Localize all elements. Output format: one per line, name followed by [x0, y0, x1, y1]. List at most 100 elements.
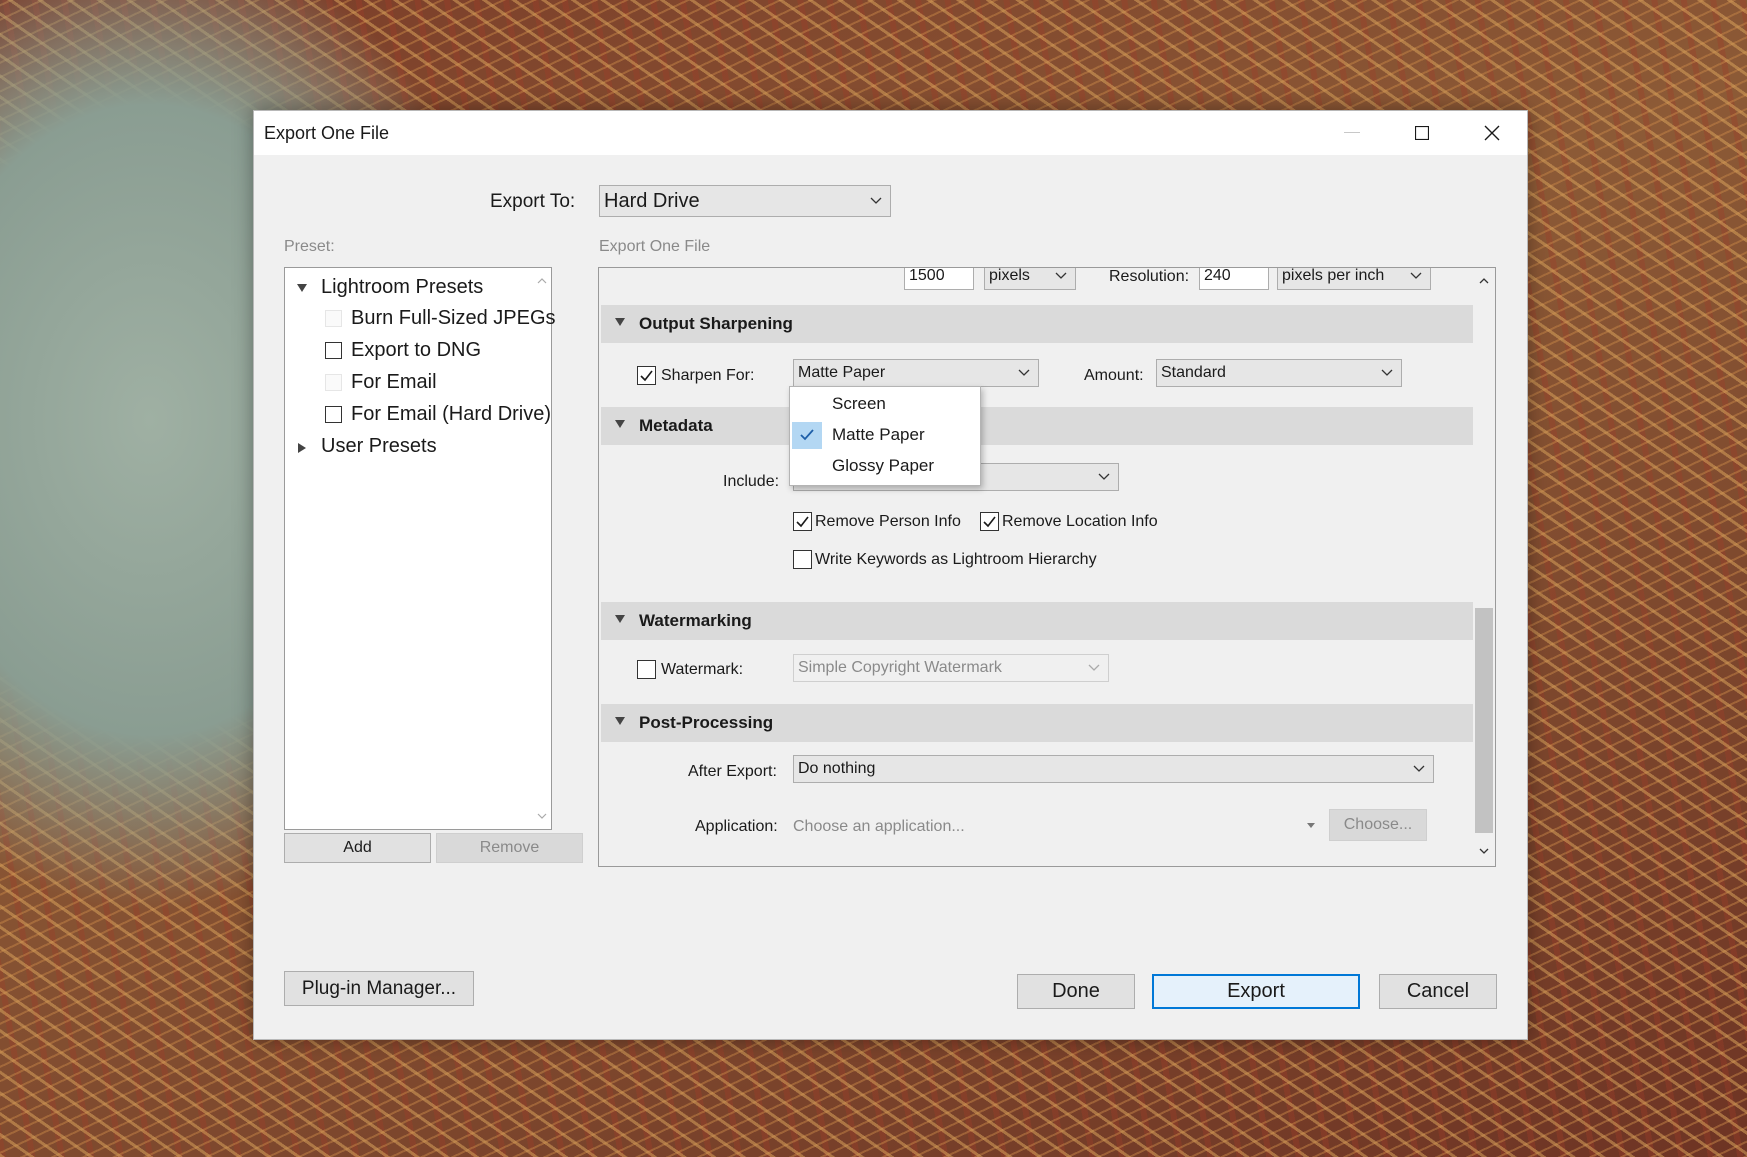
preset-label: Preset: [284, 238, 335, 255]
triangle-down-icon [615, 420, 625, 428]
dropdown-option-matte-paper[interactable]: Matte Paper [790, 420, 980, 451]
scroll-down-icon[interactable] [1479, 848, 1489, 854]
chevron-down-icon [1410, 272, 1422, 279]
resolution-input[interactable]: 240 [1199, 267, 1269, 290]
option-label: Glossy Paper [832, 456, 935, 475]
write-keywords-label: Write Keywords as Lightroom Hierarchy [815, 551, 1097, 568]
section-title: Watermarking [639, 611, 752, 630]
scroll-down-icon[interactable] [537, 813, 547, 819]
selection-highlight [792, 422, 822, 449]
resolution-value: 240 [1204, 267, 1231, 284]
check-icon [640, 370, 653, 382]
export-to-label: Export To: [490, 191, 576, 212]
after-export-value: Do nothing [798, 760, 876, 777]
application-label: Application: [695, 818, 778, 835]
settings-panel: 1500 pixels Resolution: 240 pixels per i… [598, 267, 1496, 867]
preset-item-dng[interactable]: Export to DNG [351, 339, 481, 362]
export-to-select[interactable]: Hard Drive [599, 185, 891, 217]
dropdown-arrow-icon[interactable] [1307, 823, 1315, 828]
watermark-select[interactable]: Simple Copyright Watermark [793, 654, 1109, 682]
section-title: Output Sharpening [639, 314, 793, 333]
resolution-label: Resolution: [1109, 268, 1190, 285]
remove-location-label: Remove Location Info [1002, 513, 1158, 530]
remove-location-checkbox[interactable] [980, 512, 999, 531]
chevron-down-icon [1088, 664, 1100, 671]
check-icon [983, 516, 996, 528]
check-icon [796, 516, 809, 528]
chevron-down-icon [1018, 369, 1030, 376]
triangle-right-icon [298, 443, 306, 453]
sharpen-for-value: Matte Paper [798, 364, 886, 381]
sharpen-for-checkbox[interactable] [637, 366, 656, 385]
scrollbar-thumb[interactable] [1475, 608, 1493, 833]
preset-list[interactable]: Lightroom Presets Burn Full-Sized JPEGs … [284, 267, 556, 830]
remove-person-checkbox[interactable] [793, 512, 812, 531]
dropdown-option-glossy-paper[interactable]: Glossy Paper [790, 451, 980, 482]
dropdown-option-screen[interactable]: Screen [790, 389, 980, 420]
triangle-down-icon [615, 717, 625, 725]
triangle-down-icon [615, 318, 625, 326]
preset-item-email[interactable]: For Email [351, 371, 437, 394]
remove-preset-button[interactable]: Remove [436, 833, 583, 863]
scroll-up-icon[interactable] [537, 278, 547, 284]
done-button[interactable]: Done [1017, 974, 1135, 1009]
chevron-down-icon [1098, 473, 1110, 480]
amount-label: Amount: [1084, 367, 1144, 384]
add-preset-button[interactable]: Add [284, 833, 431, 863]
maximize-icon [1415, 126, 1429, 140]
watermark-value: Simple Copyright Watermark [798, 659, 1002, 676]
after-export-select[interactable]: Do nothing [793, 755, 1434, 783]
settings-scrollbar[interactable] [1473, 268, 1495, 866]
title-bar: Export One File [254, 111, 1527, 155]
amount-select[interactable]: Standard [1156, 359, 1402, 387]
amount-value: Standard [1161, 364, 1226, 381]
preset-checkbox[interactable] [325, 310, 342, 327]
triangle-down-icon [297, 284, 307, 292]
resolution-units-value: pixels per inch [1282, 267, 1385, 284]
chevron-down-icon [870, 197, 882, 204]
write-keywords-checkbox[interactable] [793, 550, 812, 569]
export-button[interactable]: Export [1152, 974, 1360, 1009]
minimize-icon [1344, 132, 1360, 133]
preset-group-user[interactable]: User Presets [321, 435, 437, 458]
application-input[interactable]: Choose an application... [793, 818, 965, 836]
preset-item-email-hd[interactable]: For Email (Hard Drive) [351, 403, 551, 426]
choose-application-button[interactable]: Choose... [1329, 809, 1427, 841]
section-title: Metadata [639, 416, 713, 435]
section-title: Post-Processing [639, 713, 774, 732]
section-post-processing[interactable]: Post-Processing [601, 704, 1473, 742]
preset-checkbox[interactable] [325, 342, 342, 359]
scroll-up-icon[interactable] [1479, 278, 1489, 284]
chevron-down-icon [1413, 765, 1425, 772]
option-label: Screen [832, 394, 886, 413]
preset-group-lightroom[interactable]: Lightroom Presets [321, 276, 483, 299]
watermark-checkbox[interactable] [637, 660, 656, 679]
section-metadata[interactable]: Metadata [601, 407, 1473, 445]
size-input[interactable]: 1500 [904, 268, 974, 290]
export-to-value: Hard Drive [604, 189, 700, 212]
sharpen-for-label: Sharpen For: [661, 367, 755, 384]
include-label: Include: [723, 473, 780, 490]
close-button[interactable] [1457, 111, 1527, 155]
chevron-down-icon [1055, 272, 1067, 279]
preset-checkbox[interactable] [325, 406, 342, 423]
minimize-button[interactable] [1317, 111, 1387, 155]
cancel-button[interactable]: Cancel [1379, 974, 1497, 1009]
preset-checkbox[interactable] [325, 374, 342, 391]
remove-person-label: Remove Person Info [815, 513, 961, 530]
section-watermarking[interactable]: Watermarking [601, 602, 1473, 640]
preset-item-burn[interactable]: Burn Full-Sized JPEGs [351, 307, 556, 330]
resolution-units-select[interactable]: pixels per inch [1277, 267, 1431, 290]
triangle-down-icon [615, 615, 625, 623]
section-output-sharpening[interactable]: Output Sharpening [601, 305, 1473, 343]
sharpen-for-dropdown: Screen Matte Paper Glossy Paper [789, 386, 981, 486]
option-label: Matte Paper [832, 425, 925, 444]
after-export-label: After Export: [688, 763, 777, 780]
size-units-select[interactable]: pixels [984, 267, 1076, 290]
maximize-button[interactable] [1387, 111, 1457, 155]
check-icon [800, 429, 814, 441]
export-dialog: Export One File Export To: Hard Drive Pr… [253, 110, 1528, 1040]
size-units-value: pixels [989, 267, 1030, 284]
plugin-manager-button[interactable]: Plug-in Manager... [284, 971, 474, 1006]
sharpen-for-select[interactable]: Matte Paper [793, 359, 1039, 387]
